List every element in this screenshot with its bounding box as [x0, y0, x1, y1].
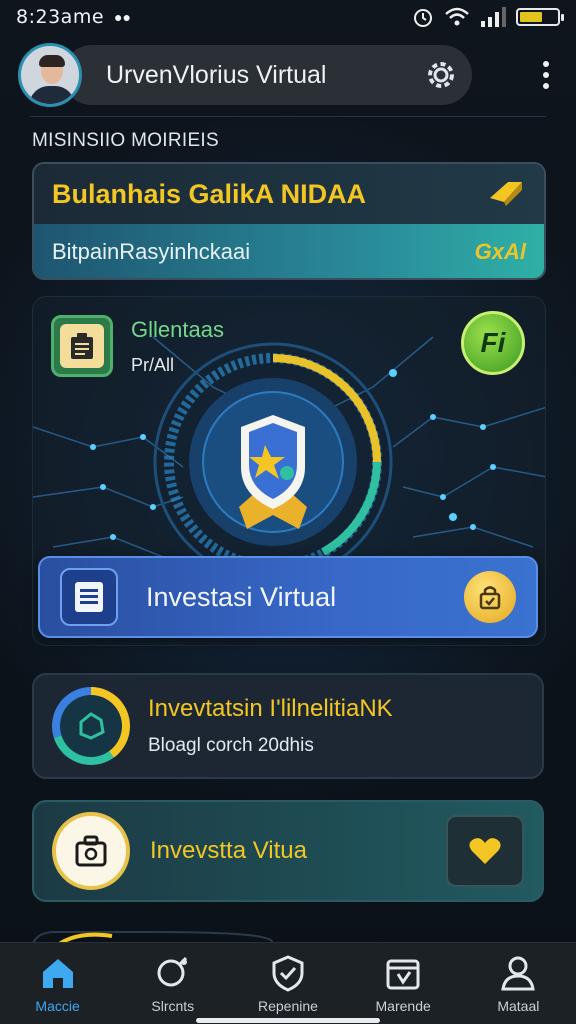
section-title: MISINSIIO MOIRIEIS [32, 130, 219, 151]
summary-card-footer: BitpainRasyinhckaai GxAl [34, 224, 544, 278]
notification-icon: ●● [114, 9, 131, 25]
summary-card-value: GxAl [474, 239, 526, 264]
calendar-icon [386, 959, 420, 989]
nav-search[interactable]: Slrcnts [123, 954, 223, 1014]
nav-protection[interactable]: Repenine [238, 954, 338, 1014]
progress-ring-icon [52, 687, 130, 765]
nav-label: Mataal [497, 997, 540, 1014]
avatar[interactable] [18, 43, 82, 107]
status-bar: 8:23ame ●● [0, 0, 576, 34]
app-header: UrvenVlorius Virtual [18, 42, 558, 108]
gear-icon[interactable] [424, 58, 458, 92]
alarm-icon [414, 9, 432, 27]
favorite-button[interactable] [446, 815, 524, 887]
status-time: 8:23ame [16, 6, 105, 28]
document-icon [60, 568, 118, 626]
summary-card-header: Bulanhais GalikA NIDAA [34, 164, 544, 224]
hero-badge-label: Gllentaas [131, 317, 224, 342]
nav-home[interactable]: Maccie [8, 954, 108, 1014]
more-menu-icon[interactable] [534, 61, 558, 89]
nav-profile[interactable]: Mataal [468, 954, 568, 1014]
wifi-icon [445, 7, 469, 26]
summary-card-title: Bulanhais GalikA NIDAA [52, 178, 367, 209]
home-icon [42, 958, 73, 988]
lock-icon[interactable] [464, 571, 516, 623]
title-bar: UrvenVlorius Virtual [62, 45, 472, 105]
list-item-subtitle: Bloagl corch 20dhis [148, 735, 314, 756]
nav-label: Maccie [35, 997, 80, 1014]
summary-card-subtitle: BitpainRasyinhckaai [52, 239, 251, 264]
list-item[interactable]: Invevstta Vitua [32, 800, 544, 902]
shield-check-icon [272, 954, 304, 992]
heart-icon [469, 838, 501, 864]
nav-calendar[interactable]: Marende [353, 954, 453, 1014]
nav-label: Marende [375, 997, 431, 1014]
primary-button-label: Investasi Virtual [146, 581, 337, 612]
divider [30, 116, 546, 117]
battery-icon [516, 8, 564, 26]
nav-label: Repenine [258, 997, 318, 1014]
home-indicator[interactable] [196, 1018, 380, 1023]
summary-card[interactable]: Bulanhais GalikA NIDAA BitpainRasyinhcka… [32, 162, 546, 280]
clipboard-icon [71, 333, 93, 359]
bottom-nav: Maccie Slrcnts Repenine Marende Mataal [0, 942, 576, 1024]
tag-icon [490, 182, 522, 206]
briefcase-icon [52, 812, 130, 890]
finance-badge[interactable]: Fi [461, 311, 525, 375]
app-title: UrvenVlorius Virtual [106, 60, 327, 89]
nav-label: Slrcnts [151, 997, 195, 1014]
signal-icon [481, 7, 506, 27]
investasi-virtual-button[interactable]: Investasi Virtual [38, 556, 538, 638]
clipboard-badge[interactable] [51, 315, 113, 377]
hero-badge-sub: Pr/All [131, 355, 175, 375]
list-item-title: Invevtatsin I'lilnelitiaNK [148, 695, 393, 722]
search-icon [157, 956, 187, 986]
list-item[interactable]: Invevtatsin I'lilnelitiaNK Bloagl corch … [32, 673, 544, 779]
user-icon [501, 956, 536, 990]
list-item-title: Invevstta Vitua [150, 837, 307, 864]
status-icons [412, 6, 564, 28]
